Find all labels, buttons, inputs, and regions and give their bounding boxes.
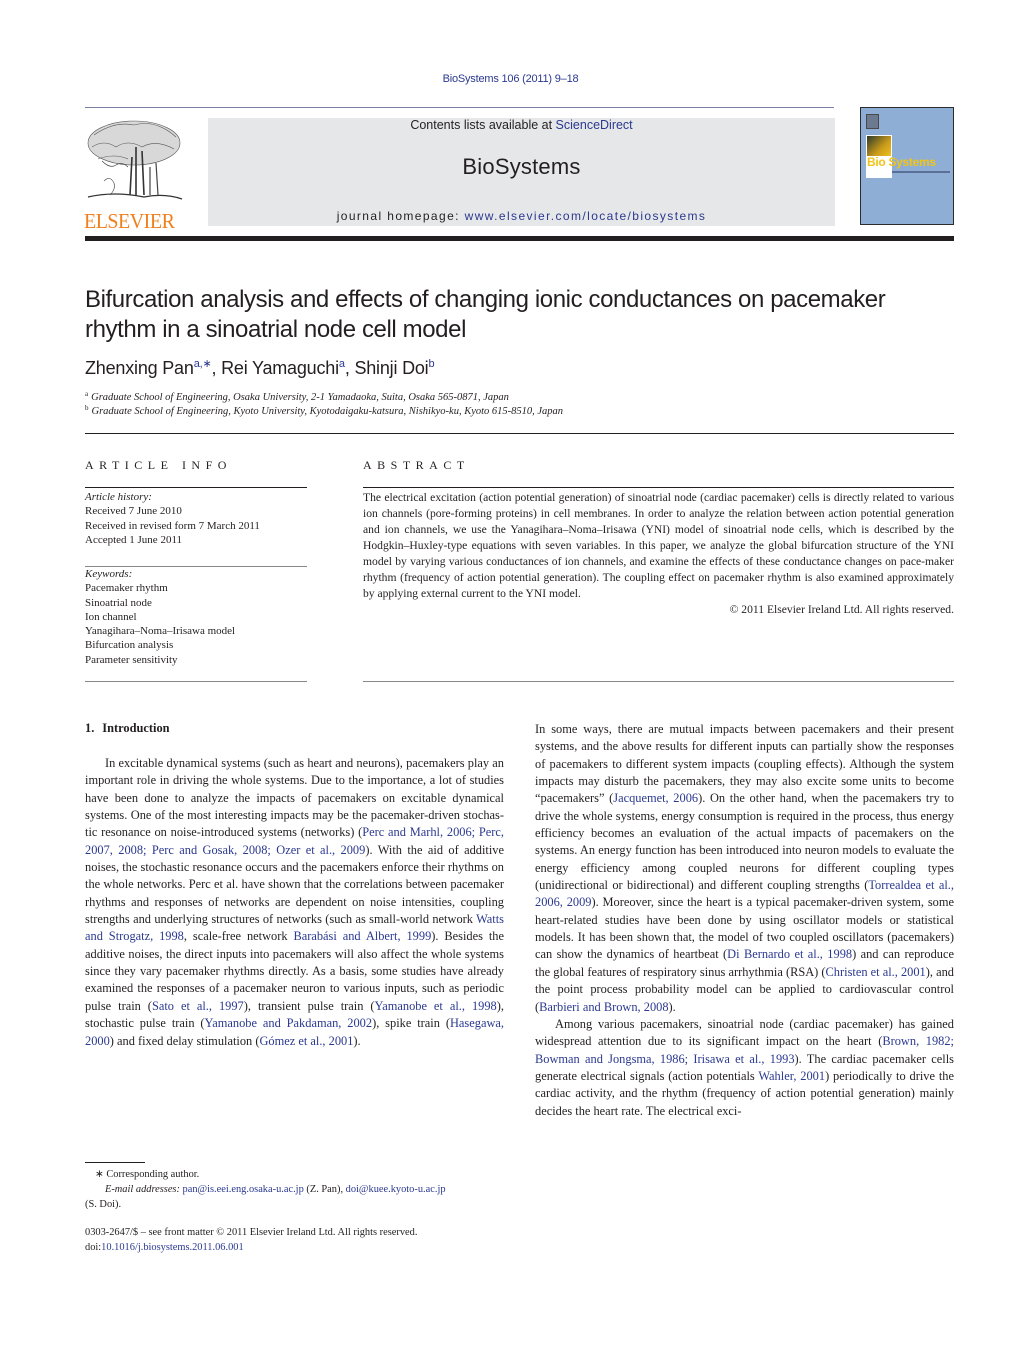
- homepage-link[interactable]: www.elsevier.com/locate/biosystems: [465, 209, 707, 223]
- section-heading: 1. Introduction: [85, 721, 170, 736]
- affiliation-rule: [85, 433, 954, 434]
- keyword: Ion channel: [85, 610, 137, 623]
- citation-link[interactable]: Brown, 1982; Bowman and Jongsma, 1986; I…: [535, 1034, 954, 1065]
- history-item: Received 7 June 2010: [85, 505, 182, 518]
- author-name: Zhenxing Pan: [85, 358, 194, 378]
- affiliation-mark: b: [85, 404, 89, 412]
- citation-link[interactable]: Christen et al., 2001: [826, 965, 926, 979]
- email-link[interactable]: pan@is.eei.eng.osaka-u.ac.jp: [183, 1184, 304, 1195]
- citation-link[interactable]: Torrealdea et al., 2006, 2009: [535, 878, 954, 909]
- article-history: Article history: Received 7 June 2010 Re…: [85, 490, 260, 547]
- affiliation: b Graduate School of Engineering, Kyoto U…: [85, 404, 563, 417]
- article-title: Bifurcation analysis and effects of chan…: [85, 286, 886, 343]
- abstract-heading: ABSTRACT: [363, 458, 470, 472]
- journal-citation[interactable]: BioSystems 106 (2011) 9–18: [0, 73, 1021, 85]
- article-info-rule: [85, 681, 307, 682]
- affiliation-text: Graduate School of Engineering, Kyoto Un…: [91, 406, 564, 417]
- contents-line: Contents lists available at ScienceDirec…: [208, 118, 835, 132]
- doi-link[interactable]: 10.1016/j.biosystems.2011.06.001: [101, 1242, 244, 1253]
- header-rule: [85, 107, 834, 108]
- keywords: Keywords: Pacemaker rhythm Sinoatrial no…: [85, 567, 235, 667]
- keyword: Bifurcation analysis: [85, 639, 174, 652]
- citation-link[interactable]: Barbieri and Brown, 2008: [539, 1000, 668, 1014]
- email-owner: (Z. Pan),: [306, 1184, 344, 1195]
- section-number: 1.: [85, 721, 95, 735]
- keyword: Sinoatrial node: [85, 596, 152, 609]
- issn-line: 0303-2647/$ – see front matter © 2011 El…: [85, 1227, 418, 1238]
- cover-tagline: [892, 171, 950, 173]
- citation-link[interactable]: BioSystems 106 (2011) 9–18: [443, 73, 579, 85]
- abstract-copyright: © 2011 Elsevier Ireland Ltd. All rights …: [729, 603, 954, 616]
- body-column-left: In excitable dynamical systems (such as …: [85, 755, 504, 1050]
- footnote-mark: ∗: [95, 1169, 104, 1180]
- affiliation: a Graduate School of Engineering, Osaka U…: [85, 390, 509, 403]
- citation-link[interactable]: Yamanobe and Pakdaman, 2002: [205, 1016, 373, 1030]
- keywords-label: Keywords:: [85, 568, 133, 580]
- footnote-rule: [85, 1162, 145, 1163]
- cover-brand: Bio Systems: [867, 155, 936, 169]
- journal-cover-thumbnail[interactable]: Bio Systems: [860, 107, 954, 225]
- abstract-rule: [363, 681, 954, 682]
- author-affil-link[interactable]: a: [339, 358, 345, 370]
- homepage-prefix: journal homepage:: [336, 209, 465, 223]
- article-info-rule: [85, 487, 307, 488]
- author-list: Zhenxing Pana,∗, Rei Yamaguchia, Shinji …: [85, 358, 435, 378]
- citation-link[interactable]: Yamanobe et al., 1998: [375, 999, 497, 1013]
- author-name: Rei Yamaguchi: [221, 358, 339, 378]
- abstract: The electrical excitation (action potent…: [363, 490, 954, 618]
- article-info-heading: ARTICLE INFO: [85, 458, 232, 472]
- header-thick-rule: [85, 236, 954, 241]
- keyword: Parameter sensitivity: [85, 653, 178, 666]
- journal-title: BioSystems: [462, 154, 581, 179]
- abstract-rule: [363, 487, 954, 488]
- front-matter: 0303-2647/$ – see front matter © 2011 El…: [85, 1225, 515, 1255]
- elsevier-wordmark: ELSEVIER: [84, 209, 175, 233]
- journal-masthead: Contents lists available at ScienceDirec…: [208, 118, 835, 226]
- email-owner: (S. Doi).: [85, 1199, 122, 1210]
- author-affil-link[interactable]: b: [428, 358, 434, 370]
- history-item: Accepted 1 June 2011: [85, 533, 183, 546]
- contents-prefix: Contents lists available at: [410, 118, 556, 132]
- body-column-right: In some ways, there are mutual impacts b…: [535, 721, 954, 1120]
- citation-link[interactable]: Jacquemet, 2006: [613, 791, 698, 805]
- footnote: ∗ Corresponding author. E-mail addresses…: [85, 1167, 515, 1212]
- keyword: Pacemaker rhythm: [85, 582, 168, 595]
- citation-link[interactable]: Sato et al., 1997: [152, 999, 244, 1013]
- email-link[interactable]: doi@kuee.kyoto-u.ac.jp: [346, 1184, 446, 1195]
- citation-link[interactable]: Di Bernardo et al., 1998: [727, 947, 852, 961]
- affiliation-text: Graduate School of Engineering, Osaka Un…: [91, 392, 509, 403]
- citation-link[interactable]: Barabási and Albert, 1999: [293, 929, 431, 943]
- paragraph: In excitable dynamical systems (such as …: [85, 756, 504, 1048]
- section-title: Introduction: [102, 721, 170, 735]
- corresponding-author-note: Corresponding author.: [106, 1169, 200, 1180]
- doi-prefix: doi:: [85, 1242, 102, 1253]
- citation-link[interactable]: Perc and Marhl, 2006; Perc, 2007, 2008; …: [85, 825, 504, 856]
- cover-publisher-icon: [866, 114, 879, 129]
- elsevier-tree-icon: [84, 117, 184, 205]
- citation-link[interactable]: Wahler, 2001: [758, 1069, 825, 1083]
- elsevier-logo[interactable]: ELSEVIER: [84, 117, 186, 233]
- citation-link[interactable]: Gómez et al., 2001: [259, 1034, 353, 1048]
- history-item: Received in revised form 7 March 2011: [85, 519, 260, 532]
- abstract-text: The electrical excitation (action potent…: [363, 491, 954, 600]
- author-affil-link[interactable]: a,∗: [194, 358, 212, 370]
- sciencedirect-link[interactable]: ScienceDirect: [556, 118, 633, 132]
- keyword: Yanagihara–Noma–Irisawa model: [85, 625, 236, 638]
- paragraph: In some ways, there are mutual impacts b…: [535, 722, 955, 1014]
- paragraph: Among various pacemakers, sinoatrial nod…: [535, 1016, 954, 1118]
- author-name: Shinji Doi: [354, 358, 429, 378]
- affiliation-mark: a: [85, 390, 89, 398]
- email-label: E-mail addresses:: [105, 1184, 180, 1195]
- homepage-line: journal homepage: www.elsevier.com/locat…: [208, 209, 835, 223]
- history-label: Article history:: [85, 491, 152, 503]
